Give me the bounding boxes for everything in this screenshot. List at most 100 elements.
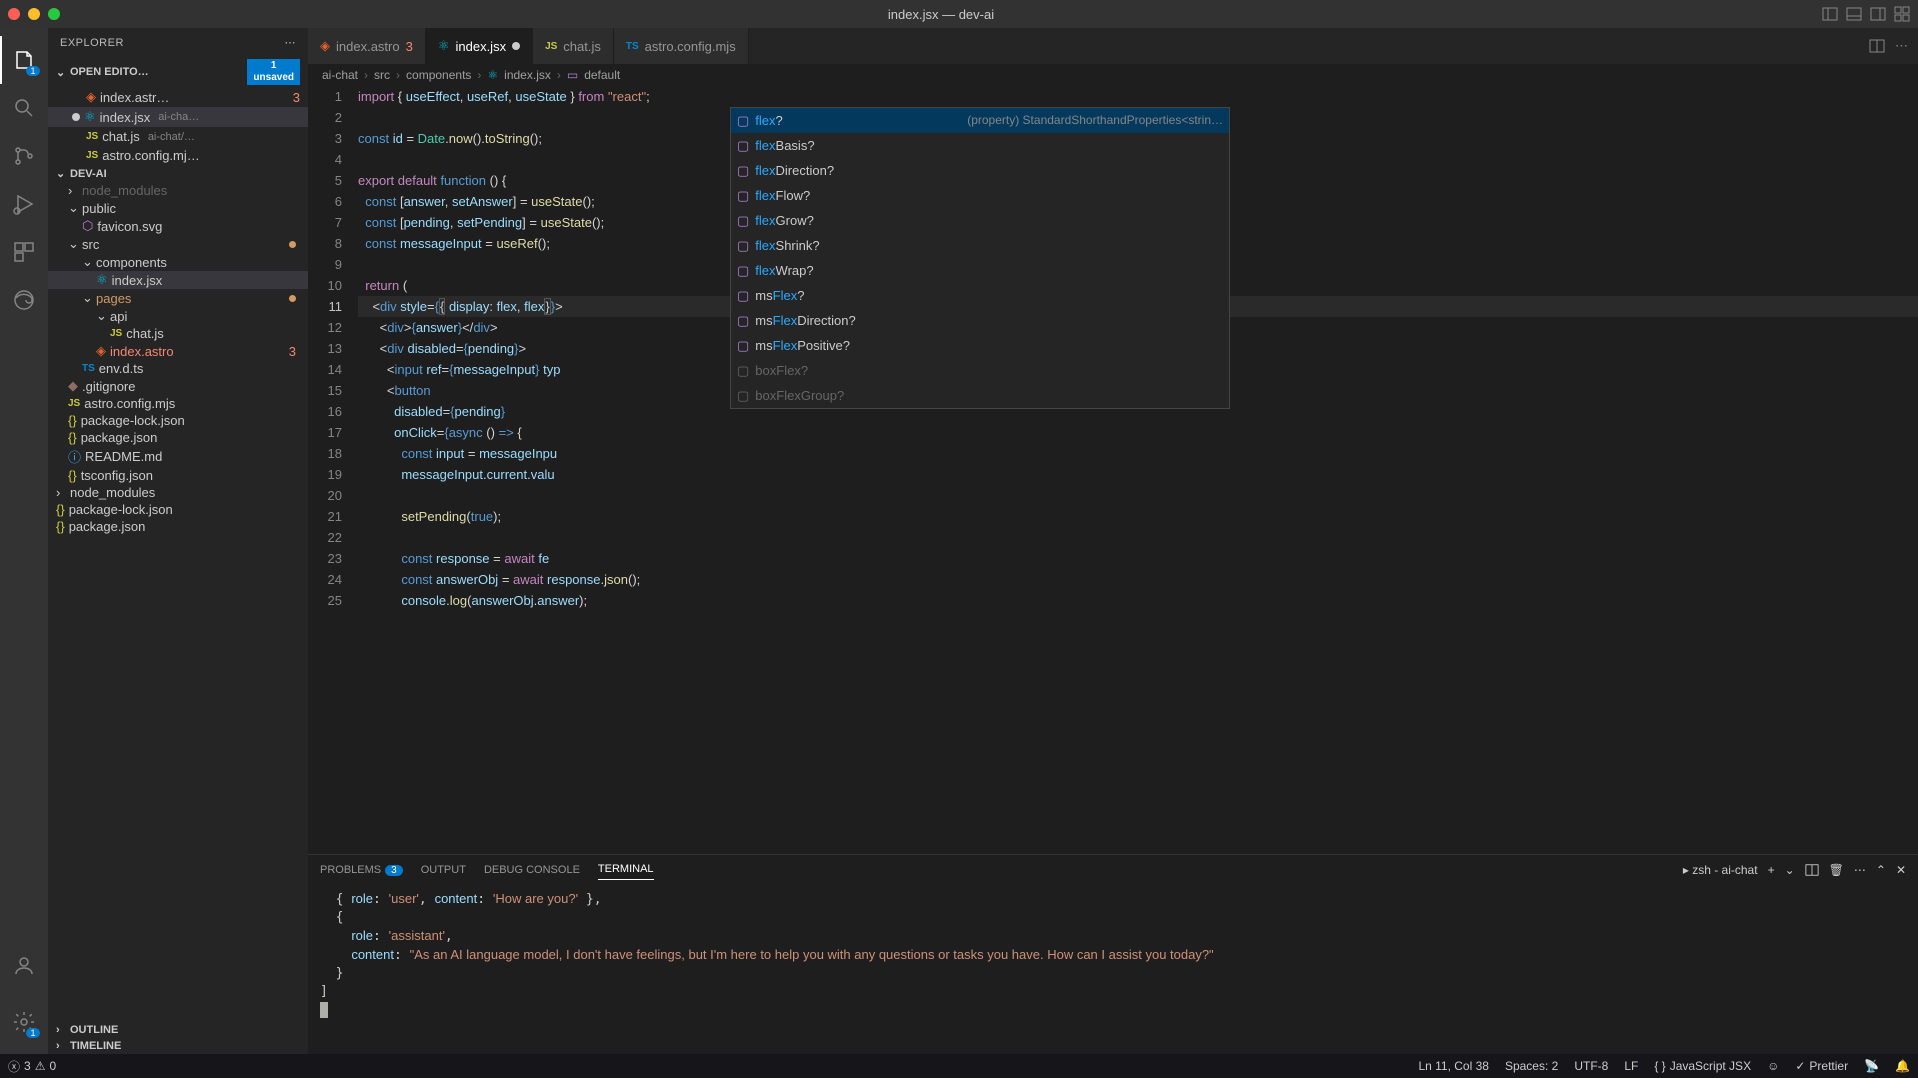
open-editor-item[interactable]: ⚛index.jsxai-cha… [48, 107, 308, 127]
status-indent[interactable]: Spaces: 2 [1505, 1059, 1558, 1073]
suggest-item[interactable]: ▢msFlex? [731, 283, 1229, 308]
tree-file[interactable]: JSchat.js [48, 325, 308, 342]
activity-explorer[interactable]: 1 [0, 36, 48, 84]
suggest-item[interactable]: ▢flexWrap? [731, 258, 1229, 283]
activity-run-debug[interactable] [0, 180, 48, 228]
chevron-down-icon: ⌄ [56, 167, 66, 180]
tree-file[interactable]: {}package-lock.json [48, 501, 308, 518]
window-controls[interactable] [8, 8, 60, 20]
suggest-item[interactable]: ▢boxFlex? [731, 358, 1229, 383]
status-prettier[interactable]: ✓ Prettier [1795, 1059, 1848, 1073]
timeline-header[interactable]: ›TIMELINE [48, 1038, 308, 1054]
tree-file[interactable]: {}package.json [48, 429, 308, 446]
suggest-item[interactable]: ▢flexFlow? [731, 183, 1229, 208]
outline-header[interactable]: ›OUTLINE [48, 1022, 308, 1038]
tree-folder[interactable]: ⌄api [48, 307, 308, 325]
modified-dot-icon [289, 241, 296, 248]
suggest-doc: (property) StandardShorthandProperties<s… [947, 110, 1223, 131]
tree-file[interactable]: TSenv.d.ts [48, 360, 308, 377]
layout-grid-icon[interactable] [1894, 6, 1910, 22]
status-language[interactable]: { } JavaScript JSX [1654, 1059, 1751, 1073]
tree-folder[interactable]: ⌄components [48, 253, 308, 271]
panel-tab-debug[interactable]: DEBUG CONSOLE [484, 860, 580, 880]
tree-folder[interactable]: ⌄src [48, 235, 308, 253]
open-editors-header[interactable]: ⌄ OPEN EDITO… 1unsaved [48, 57, 308, 87]
suggest-item[interactable]: ▢flexBasis? [731, 133, 1229, 158]
split-terminal-icon[interactable] [1805, 863, 1819, 877]
status-feedback-icon[interactable]: 📡 [1864, 1059, 1879, 1073]
code-editor[interactable]: 12345 678910 1112131415 1617181920 21222… [308, 86, 1918, 854]
open-editor-item[interactable]: ◈index.astr…3 [48, 87, 308, 107]
intellisense-popup[interactable]: ▢ flex? (property) StandardShorthandProp… [730, 107, 1230, 409]
activity-extensions[interactable] [0, 228, 48, 276]
activity-source-control[interactable] [0, 132, 48, 180]
suggest-item[interactable]: ▢flexGrow? [731, 208, 1229, 233]
maximize-panel-icon[interactable]: ⌃ [1876, 863, 1886, 877]
tab-astro-config[interactable]: TSastro.config.mjs [614, 28, 749, 64]
status-errors[interactable]: ⓧ 3 ⚠ 0 [8, 1058, 56, 1075]
suggest-item[interactable]: ▢flexShrink? [731, 233, 1229, 258]
dirty-dot-icon [512, 42, 520, 50]
new-terminal-icon[interactable]: + [1768, 863, 1775, 877]
terminal-more-icon[interactable]: ⋯ [1854, 863, 1866, 877]
terminal-shell-label[interactable]: ▸ zsh - ai-chat [1683, 863, 1758, 877]
code-content[interactable]: import { useEffect, useRef, useState } f… [358, 86, 1918, 854]
tree-folder[interactable]: ⌄public [48, 199, 308, 217]
tree-file[interactable]: ⚛index.jsx [48, 271, 308, 289]
layout-icon[interactable] [1822, 6, 1838, 22]
tree-file[interactable]: ◈index.astro3 [48, 342, 308, 360]
tab-index-jsx[interactable]: ⚛index.jsx [426, 28, 533, 64]
kill-terminal-icon[interactable]: 🗑 [1829, 863, 1844, 877]
status-encoding[interactable]: UTF-8 [1574, 1059, 1608, 1073]
panel-tab-problems[interactable]: PROBLEMS3 [320, 860, 403, 880]
tree-file[interactable]: JSastro.config.mjs [48, 395, 308, 412]
activity-search[interactable] [0, 84, 48, 132]
modified-dot-icon [289, 295, 296, 302]
breadcrumb[interactable]: ai-chat› src› components› ⚛index.jsx› ▭d… [308, 64, 1918, 86]
tree-folder[interactable]: ⌄pages [48, 289, 308, 307]
settings-badge: 1 [26, 1028, 40, 1038]
open-editor-item[interactable]: JSastro.config.mj… [48, 146, 308, 165]
open-editor-item[interactable]: JSchat.jsai-chat/… [48, 127, 308, 146]
explorer-title: EXPLORER [60, 37, 124, 49]
suggest-item[interactable]: ▢msFlexDirection? [731, 308, 1229, 333]
chevron-down-icon: ⌄ [56, 66, 66, 79]
tree-file[interactable]: ⓘREADME.md [48, 446, 308, 467]
terminal-output[interactable]: { role: 'user', content: 'How are you?' … [308, 884, 1918, 1054]
activity-edge[interactable] [0, 276, 48, 324]
panel-tab-output[interactable]: OUTPUT [421, 860, 466, 880]
close-panel-icon[interactable]: ✕ [1896, 863, 1906, 877]
tree-file[interactable]: {}tsconfig.json [48, 467, 308, 484]
maximize-window[interactable] [48, 8, 60, 20]
panel-tab-terminal[interactable]: TERMINAL [598, 859, 654, 880]
tree-folder[interactable]: ›node_modules [48, 182, 308, 199]
unsaved-badge: 1unsaved [247, 59, 300, 85]
suggest-item[interactable]: ▢boxFlexGroup? [731, 383, 1229, 408]
tree-file[interactable]: {}package.json [48, 518, 308, 535]
suggest-item[interactable]: ▢msFlexPositive? [731, 333, 1229, 358]
panel-bottom-icon[interactable] [1846, 6, 1862, 22]
activity-account[interactable] [0, 942, 48, 990]
status-eol[interactable]: LF [1624, 1059, 1638, 1073]
more-actions-icon[interactable]: ⋯ [1895, 38, 1908, 54]
terminal-dropdown-icon[interactable]: ⌄ [1785, 863, 1795, 877]
explorer-more-icon[interactable]: ⋯ [285, 36, 297, 49]
project-header[interactable]: ⌄ DEV-AI [48, 165, 308, 182]
tree-file[interactable]: ⬡favicon.svg [48, 217, 308, 235]
tree-file[interactable]: ◆.gitignore [48, 377, 308, 395]
explorer-badge: 1 [26, 66, 40, 76]
activity-settings[interactable]: 1 [0, 998, 48, 1046]
close-window[interactable] [8, 8, 20, 20]
suggest-item[interactable]: ▢flexDirection? [731, 158, 1229, 183]
tab-chat-js[interactable]: JSchat.js [533, 28, 614, 64]
status-cursor-pos[interactable]: Ln 11, Col 38 [1418, 1059, 1489, 1073]
minimize-window[interactable] [28, 8, 40, 20]
tab-index-astro[interactable]: ◈index.astro3 [308, 28, 426, 64]
tree-folder[interactable]: ›node_modules [48, 484, 308, 501]
suggest-item[interactable]: ▢ flex? (property) StandardShorthandProp… [731, 108, 1229, 133]
status-copilot-icon[interactable]: ☺ [1767, 1059, 1779, 1073]
tree-file[interactable]: {}package-lock.json [48, 412, 308, 429]
status-bell-icon[interactable]: 🔔 [1895, 1059, 1910, 1073]
split-editor-icon[interactable] [1869, 38, 1885, 54]
panel-right-icon[interactable] [1870, 6, 1886, 22]
